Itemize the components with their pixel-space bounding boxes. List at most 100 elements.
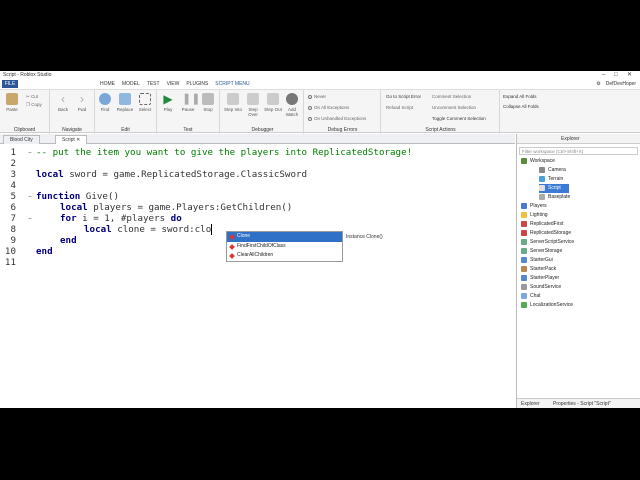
maximize-icon[interactable]: □ xyxy=(614,71,618,79)
line-number: 5 xyxy=(10,191,16,202)
cut-button[interactable]: ✂ Cut xyxy=(26,94,38,100)
tab-script-menu[interactable]: SCRIPT MENU xyxy=(215,79,249,89)
tab-script[interactable]: Script ✕ xyxy=(55,135,88,144)
group-navigate: ‹ Back › Fwd Navigate xyxy=(50,90,95,134)
footer-tab-properties[interactable]: Properties - Script "Script" xyxy=(553,400,611,408)
code-line-3: local sword = game.ReplicatedStorage.Cla… xyxy=(36,169,308,180)
step-into-button[interactable]: Step Into xyxy=(224,93,242,112)
comment-selection-button[interactable]: Comment Selection xyxy=(432,94,471,99)
add-watch-button[interactable]: Add Watch xyxy=(283,93,301,117)
forward-button[interactable]: › Fwd xyxy=(73,93,91,112)
tree-item-replicatedfirst[interactable]: ReplicatedFirst xyxy=(521,220,563,229)
tree-item-lighting[interactable]: Lighting xyxy=(521,211,548,220)
group-clipboard: Paste ✂ Cut ❐ Copy Clipboard xyxy=(0,90,50,134)
autocomplete-item[interactable]: Clone xyxy=(227,232,342,242)
tree-item-baseplate[interactable]: Baseplate xyxy=(539,193,570,202)
tree-item-startergui[interactable]: StarterGui xyxy=(521,256,553,265)
step-out-button[interactable]: Step Out xyxy=(264,93,282,112)
group-test: ▶ Play ❚❚ Pause Stop Test xyxy=(157,90,220,134)
collapse-all-folds-button[interactable]: Collapse All Folds xyxy=(503,104,539,109)
watermark-logo-icon: ◉ xyxy=(72,387,80,397)
expand-all-folds-button[interactable]: Expand All Folds xyxy=(503,94,537,99)
ribbon-tabs: HOME MODEL TEST VIEW PLUGINS SCRIPT MENU xyxy=(100,79,257,89)
minimize-icon[interactable]: – xyxy=(602,71,605,79)
close-tab-icon[interactable]: ✕ xyxy=(76,137,80,143)
code-line-6: local players = game.Players:GetChildren… xyxy=(60,202,293,213)
play-button[interactable]: ▶ Play xyxy=(159,93,177,112)
select-icon xyxy=(139,93,151,105)
tree-item-terrain[interactable]: Terrain xyxy=(539,175,563,184)
window-title: Script - Roblox Studio xyxy=(3,72,52,78)
tab-view[interactable]: VIEW xyxy=(167,79,180,89)
code-line-1: -- put the item you want to give the pla… xyxy=(36,147,413,158)
tree-item-workspace[interactable]: Workspace xyxy=(521,157,555,166)
group-debugger: Step Into Step Over Step Out Add Watch D… xyxy=(222,90,304,134)
footer-tab-explorer[interactable]: Explorer xyxy=(521,400,540,408)
fold-toggle-icon[interactable]: − xyxy=(28,215,32,222)
line-number: 10 xyxy=(4,246,16,257)
line-gutter: 1 2 3 4 5 6 7 8 9 10 11 xyxy=(0,145,18,408)
tab-blood-city[interactable]: Blood City xyxy=(3,135,40,144)
watermark-brand: SCREENCAST ◉ MATIC xyxy=(8,387,111,397)
code-editor[interactable]: 1 2 3 4 5 6 7 8 9 10 11 − − − -- put the… xyxy=(0,145,515,408)
step-over-icon xyxy=(247,93,259,105)
radio-never[interactable]: Never xyxy=(308,94,326,99)
tree-item-script[interactable]: Script xyxy=(539,184,569,193)
pause-button[interactable]: ❚❚ Pause xyxy=(179,93,201,112)
step-out-icon xyxy=(267,93,279,105)
binoculars-icon xyxy=(99,93,111,105)
tree-item-localizationservice[interactable]: LocalizationService xyxy=(521,301,573,310)
code-line-5: function Give() xyxy=(36,191,119,202)
fold-toggle-icon[interactable]: − xyxy=(28,193,32,200)
code-line-9: end xyxy=(60,235,77,246)
radio-unhandled-exceptions[interactable]: On Unhandled Exceptions xyxy=(308,116,366,121)
tab-home[interactable]: HOME xyxy=(100,79,115,89)
paste-icon xyxy=(6,93,18,105)
find-button[interactable]: Find xyxy=(96,93,114,112)
step-over-button[interactable]: Step Over xyxy=(244,93,262,117)
replace-button[interactable]: Replace xyxy=(116,93,134,112)
user-name[interactable]: DefDevHoper xyxy=(606,79,636,89)
autocomplete-item[interactable]: ClearAllChildren xyxy=(227,251,342,261)
tree-item-serverscriptservice[interactable]: ServerScriptService xyxy=(521,238,574,247)
tree-item-soundservice[interactable]: SoundService xyxy=(521,283,561,292)
autocomplete-item[interactable]: FindFirstChildOfClass xyxy=(227,242,342,252)
uncomment-selection-button[interactable]: Uncomment Selection xyxy=(432,105,476,110)
tree-item-starterplayer[interactable]: StarterPlayer xyxy=(521,274,559,283)
tree-item-chat[interactable]: Chat xyxy=(521,292,541,301)
tab-plugins[interactable]: PLUGINS xyxy=(186,79,208,89)
close-icon[interactable]: ✕ xyxy=(627,71,632,79)
tree-item-camera[interactable]: Camera xyxy=(539,166,566,175)
toggle-comment-button[interactable]: Toggle Comment Selection xyxy=(432,116,486,121)
file-menu[interactable]: FILE xyxy=(2,80,18,88)
line-number: 1 xyxy=(10,147,16,158)
title-bar: Script - Roblox Studio – □ ✕ xyxy=(0,71,640,79)
group-label-debug-errors: Debug Errors xyxy=(327,127,358,133)
paste-button[interactable]: Paste xyxy=(3,93,21,112)
explorer-filter-input[interactable]: Filter workspace (Ctrl+Shift+X) xyxy=(519,147,638,155)
back-button[interactable]: ‹ Back xyxy=(54,93,72,112)
step-into-icon xyxy=(227,93,239,105)
forward-arrow-icon: › xyxy=(80,92,84,106)
line-number: 4 xyxy=(10,180,16,191)
tree-item-serverstorage[interactable]: ServerStorage xyxy=(521,247,562,256)
copy-button[interactable]: ❐ Copy xyxy=(26,102,42,108)
line-number: 6 xyxy=(10,202,16,213)
tree-item-replicatedstorage[interactable]: ReplicatedStorage xyxy=(521,229,571,238)
tab-test[interactable]: TEST xyxy=(147,79,160,89)
screencast-watermark: RECORDED WITH SCREENCAST ◉ MATIC xyxy=(8,381,110,398)
fold-toggle-icon[interactable]: − xyxy=(28,149,32,156)
radio-icon xyxy=(308,94,312,99)
select-button[interactable]: Select xyxy=(136,93,154,112)
document-tabs: Blood City Script ✕ xyxy=(0,134,515,144)
tree-item-starterpack[interactable]: StarterPack xyxy=(521,265,556,274)
tab-model[interactable]: MODEL xyxy=(122,79,140,89)
reload-script-button[interactable]: Reload Script xyxy=(386,105,413,110)
goto-script-error-button[interactable]: Go to Script Error xyxy=(386,94,421,99)
group-debug-errors: Never On All Exceptions On Unhandled Exc… xyxy=(305,90,381,134)
gear-icon[interactable]: ⚙ xyxy=(596,79,600,89)
radio-all-exceptions[interactable]: On All Exceptions xyxy=(308,105,349,110)
stop-button[interactable]: Stop xyxy=(199,93,217,112)
group-label-script-actions: Script Actions xyxy=(425,127,456,133)
tree-item-players[interactable]: Players xyxy=(521,202,547,211)
